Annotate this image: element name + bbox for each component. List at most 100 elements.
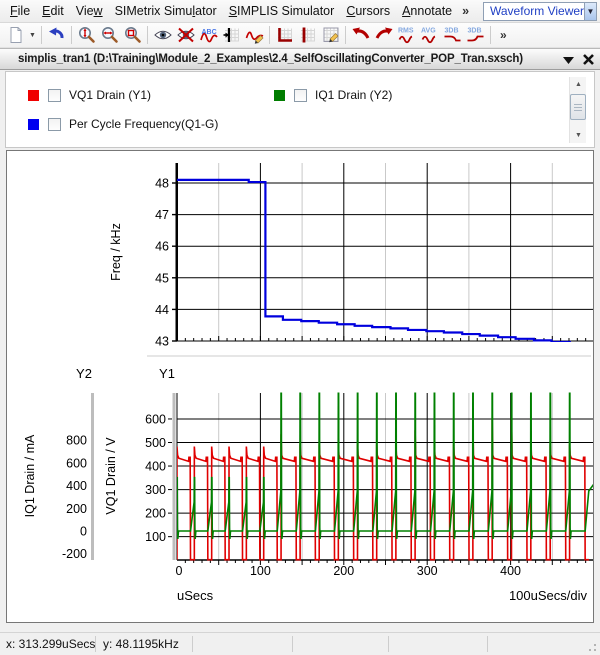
legend-scrollbar[interactable]: ▲ ▼ — [569, 77, 586, 143]
move-axis-button[interactable] — [220, 24, 243, 46]
undo-button[interactable] — [45, 24, 68, 46]
drain-chart: 100200300400500600-2000200400600800IQ1 D… — [23, 372, 593, 603]
grid-edit-icon — [324, 28, 338, 42]
delete-curve-icon — [246, 32, 263, 43]
svg-text:ABC: ABC — [201, 29, 216, 36]
close-graph-button[interactable] — [580, 52, 597, 67]
status-separator — [388, 636, 389, 652]
toolbar-separator — [490, 26, 491, 44]
scroll-up-icon[interactable]: ▲ — [570, 77, 587, 92]
avg-button[interactable]: AVG — [418, 24, 441, 46]
svg-text:100: 100 — [145, 530, 166, 544]
svg-text:47: 47 — [155, 208, 169, 222]
menu-overflow-chevron[interactable]: » — [458, 4, 473, 18]
curve-prev-button[interactable] — [349, 24, 372, 46]
zoom-y-button[interactable] — [75, 24, 98, 46]
resize-grip[interactable] — [585, 640, 598, 653]
svg-text:400: 400 — [66, 479, 87, 493]
curve-color-swatch — [274, 90, 285, 101]
show-curve-icon — [155, 31, 171, 39]
menu-simplis-simulator[interactable]: SIMPLIS Simulator — [223, 2, 341, 20]
toolbar-overflow-chevron[interactable]: » — [500, 28, 507, 42]
3db-down-button[interactable]: 3DB — [441, 24, 464, 46]
toolbar: ▼ ABC RMS AVG 3DB 3DB » — [0, 23, 600, 48]
svg-text:VQ1 Drain / V: VQ1 Drain / V — [104, 437, 118, 515]
curve-visibility-checkbox[interactable] — [294, 89, 307, 102]
y2-axis-header: Y2 — [76, 366, 92, 381]
menu-edit[interactable]: Edit — [36, 2, 70, 20]
x-axis-scale: 100uSecs/div — [509, 588, 588, 603]
label-curve-icon: ABC — [201, 29, 217, 42]
svg-text:46: 46 — [155, 240, 169, 254]
svg-text:45: 45 — [155, 271, 169, 285]
show-curve-button[interactable] — [151, 24, 174, 46]
zoom-x-button[interactable] — [98, 24, 121, 46]
svg-text:100: 100 — [250, 564, 271, 578]
svg-text:3DB: 3DB — [444, 28, 458, 35]
grid-axes-button[interactable] — [273, 24, 296, 46]
svg-text:0: 0 — [176, 564, 183, 578]
curve-color-swatch — [28, 90, 39, 101]
3db-down-icon: 3DB — [444, 28, 460, 41]
label-curve-button[interactable]: ABC — [197, 24, 220, 46]
menu-annotate[interactable]: Annotate — [396, 2, 458, 20]
svg-text:300: 300 — [145, 483, 166, 497]
hide-curve-icon — [178, 29, 194, 42]
svg-text:200: 200 — [66, 502, 87, 516]
new-graph-button[interactable] — [4, 24, 27, 46]
svg-text:200: 200 — [145, 507, 166, 521]
toolbar-separator — [147, 26, 148, 44]
graph-tab-dropdown-button[interactable] — [560, 52, 577, 67]
svg-text:RMS: RMS — [398, 28, 414, 35]
rms-icon: RMS — [398, 28, 414, 43]
zoom-box-icon — [125, 28, 139, 42]
grid-vertical-button[interactable] — [296, 24, 319, 46]
status-separator — [292, 636, 293, 652]
toolbar-separator — [345, 26, 346, 44]
curve-visibility-checkbox[interactable] — [48, 118, 61, 131]
rms-button[interactable]: RMS — [395, 24, 418, 46]
x-axis-unit: uSecs — [177, 588, 214, 603]
cursor-x-readout: x: 313.299uSecs — [6, 637, 95, 651]
svg-text:200: 200 — [333, 564, 354, 578]
svg-text:500: 500 — [145, 436, 166, 450]
svg-text:IQ1 Drain / mA: IQ1 Drain / mA — [23, 434, 37, 517]
scrollbar-thumb[interactable] — [570, 94, 586, 120]
grid-edit-button[interactable] — [319, 24, 342, 46]
curve-color-swatch — [28, 119, 39, 130]
scroll-down-icon[interactable]: ▼ — [570, 128, 587, 143]
menu-simetrix-simulator[interactable]: SIMetrix Simulator — [109, 2, 223, 20]
zoom-y-icon — [79, 28, 93, 42]
toolbar-separator — [71, 26, 72, 44]
grid-vertical-icon — [301, 28, 315, 43]
new-graph-dropdown-icon[interactable]: ▼ — [27, 24, 38, 46]
toolbar-separator — [41, 26, 42, 44]
menu-bar: FileEditViewSIMetrix SimulatorSIMPLIS Si… — [0, 0, 600, 23]
svg-text:600: 600 — [66, 456, 87, 470]
hide-curve-button[interactable] — [174, 24, 197, 46]
menu-file[interactable]: File — [4, 2, 36, 20]
curve-next-button[interactable] — [372, 24, 395, 46]
menu-cursors[interactable]: Cursors — [340, 2, 396, 20]
svg-text:-200: -200 — [62, 547, 87, 561]
avg-icon: AVG — [421, 28, 436, 43]
svg-text:300: 300 — [417, 564, 438, 578]
3db-up-icon: 3DB — [467, 28, 483, 41]
waveform-charts: 434445464748Freq / kHzY2Y110020030040050… — [7, 151, 593, 622]
svg-text:AVG: AVG — [421, 28, 436, 35]
viewer-select[interactable]: Waveform Viewer ▼ — [483, 2, 597, 21]
curve-prev-icon — [352, 28, 368, 39]
curve-label: IQ1 Drain (Y2) — [315, 88, 392, 102]
svg-text:0: 0 — [80, 525, 87, 539]
svg-text:400: 400 — [500, 564, 521, 578]
svg-text:Freq / kHz: Freq / kHz — [109, 223, 123, 281]
chevron-down-icon[interactable]: ▼ — [584, 3, 596, 20]
menu-view[interactable]: View — [70, 2, 109, 20]
new-graph-icon — [11, 28, 21, 43]
delete-curve-button[interactable] — [243, 24, 266, 46]
zoom-box-button[interactable] — [121, 24, 144, 46]
legend-item: IQ1 Drain (Y2) — [274, 88, 392, 102]
curve-visibility-checkbox[interactable] — [48, 89, 61, 102]
svg-text:3DB: 3DB — [467, 28, 481, 35]
3db-up-button[interactable]: 3DB — [464, 24, 487, 46]
